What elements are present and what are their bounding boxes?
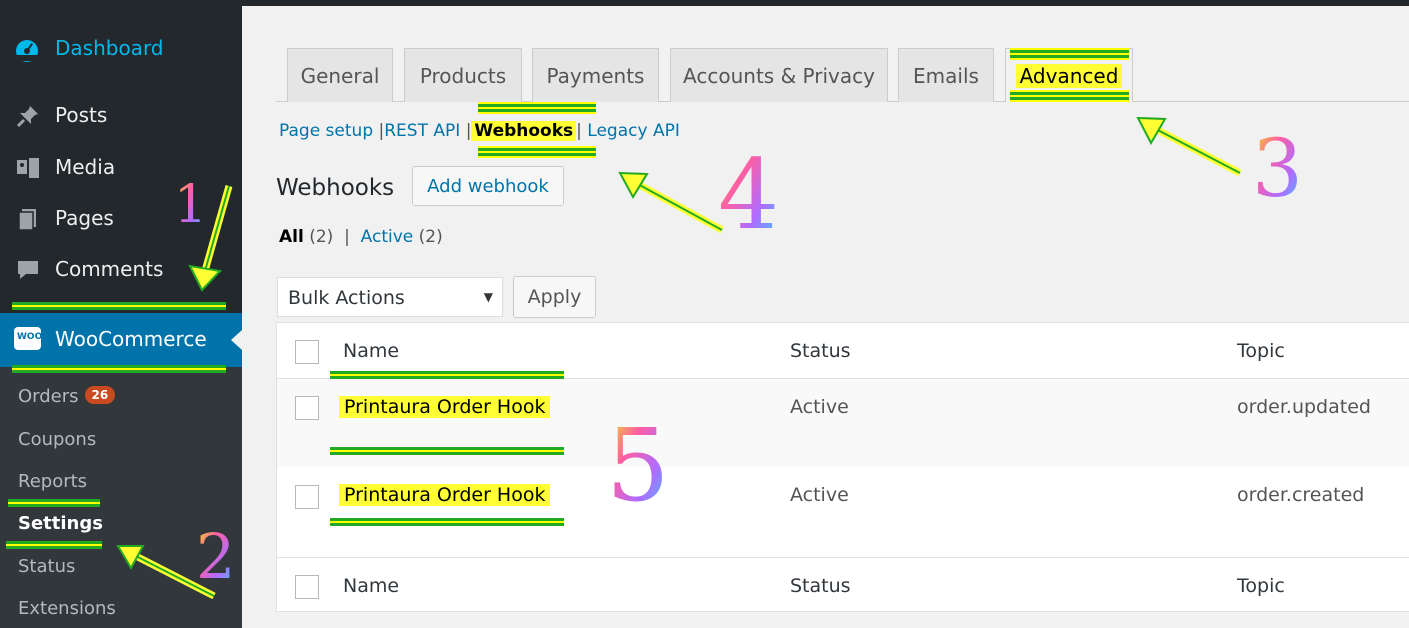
annotation-number-5: 5: [606, 407, 670, 524]
annotation-number-1: 1: [174, 175, 207, 235]
annotation-number-2: 2: [196, 520, 235, 593]
annotation-number-3: 3: [1252, 122, 1303, 215]
annotation-overlay: 1 2 3 4 5: [116, 116, 1303, 600]
annotation-number-4: 4: [718, 139, 779, 251]
annotation-arrow-3: [1136, 116, 1242, 177]
annotation-arrow-4: [618, 171, 724, 234]
